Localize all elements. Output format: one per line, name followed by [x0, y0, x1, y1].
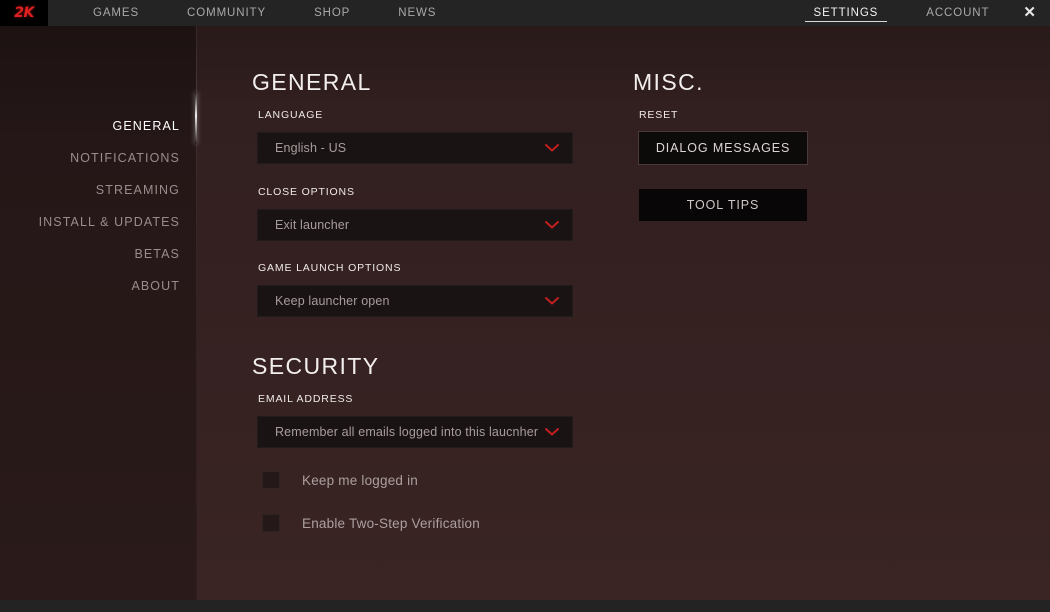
nav-item-settings[interactable]: SETTINGS — [790, 0, 903, 26]
nav-item-community[interactable]: COMMUNITY — [163, 0, 290, 26]
keep-me-logged-in-checkbox[interactable] — [262, 471, 280, 489]
game-launch-options-select-value: Keep launcher open — [275, 294, 390, 308]
sidebar-item-streaming[interactable]: STREAMING — [0, 174, 180, 206]
enable-two-step-verification-row[interactable]: Enable Two-Step Verification — [262, 514, 480, 532]
2k-logo[interactable]: 2K — [0, 0, 48, 26]
sidebar-menu: GENERAL NOTIFICATIONS STREAMING INSTALL … — [0, 110, 180, 302]
security-section-title: SECURITY — [252, 353, 380, 379]
sidebar-item-about[interactable]: ABOUT — [0, 270, 180, 302]
launcher-window: 2K GAMES COMMUNITY SHOP NEWS SETTINGS AC… — [0, 0, 1050, 612]
settings-content: GENERAL LANGUAGE English - US CLOSE OPTI… — [197, 26, 1050, 600]
chevron-down-icon — [545, 144, 559, 153]
nav-item-account[interactable]: ACCOUNT — [902, 0, 1013, 26]
2k-logo-text: 2K — [14, 5, 34, 21]
sidebar-item-notifications[interactable]: NOTIFICATIONS — [0, 142, 180, 174]
chevron-down-icon — [545, 428, 559, 437]
email-address-select-value: Remember all emails logged into this lau… — [275, 425, 539, 439]
sidebar-item-betas[interactable]: BETAS — [0, 238, 180, 270]
primary-nav: GAMES COMMUNITY SHOP NEWS — [69, 0, 460, 26]
language-select[interactable]: English - US — [257, 132, 573, 164]
general-section-title: GENERAL — [252, 69, 372, 95]
enable-two-step-verification-label: Enable Two-Step Verification — [302, 515, 480, 531]
settings-body: GENERAL NOTIFICATIONS STREAMING INSTALL … — [0, 26, 1050, 600]
window-bottom-bar — [0, 600, 1050, 612]
close-options-select-value: Exit launcher — [275, 218, 350, 232]
reset-tool-tips-button[interactable]: TOOL TIPS — [639, 189, 807, 221]
close-icon[interactable]: ✕ — [1013, 0, 1050, 26]
nav-item-games[interactable]: GAMES — [69, 0, 163, 26]
keep-me-logged-in-row[interactable]: Keep me logged in — [262, 471, 418, 489]
sidebar-item-general[interactable]: GENERAL — [0, 110, 180, 142]
language-select-value: English - US — [275, 141, 347, 155]
game-launch-options-select[interactable]: Keep launcher open — [257, 285, 573, 317]
nav-item-shop[interactable]: SHOP — [290, 0, 374, 26]
language-label: LANGUAGE — [258, 109, 324, 121]
close-options-select[interactable]: Exit launcher — [257, 209, 573, 241]
chevron-down-icon — [545, 297, 559, 306]
keep-me-logged-in-label: Keep me logged in — [302, 472, 418, 488]
reset-label: RESET — [639, 109, 679, 121]
game-launch-options-label: GAME LAUNCH OPTIONS — [258, 262, 402, 274]
email-address-select[interactable]: Remember all emails logged into this lau… — [257, 416, 573, 448]
secondary-nav: SETTINGS ACCOUNT ✕ — [790, 0, 1050, 26]
email-address-label: EMAIL ADDRESS — [258, 393, 354, 405]
close-options-label: CLOSE OPTIONS — [258, 186, 355, 198]
top-navigation-bar: 2K GAMES COMMUNITY SHOP NEWS SETTINGS AC… — [0, 0, 1050, 26]
sidebar-item-install-and-updates[interactable]: INSTALL & UPDATES — [0, 206, 180, 238]
reset-dialog-messages-button[interactable]: DIALOG MESSAGES — [639, 132, 807, 164]
chevron-down-icon — [545, 221, 559, 230]
nav-item-news[interactable]: NEWS — [374, 0, 460, 26]
misc-section-title: MISC. — [633, 69, 704, 95]
enable-two-step-verification-checkbox[interactable] — [262, 514, 280, 532]
